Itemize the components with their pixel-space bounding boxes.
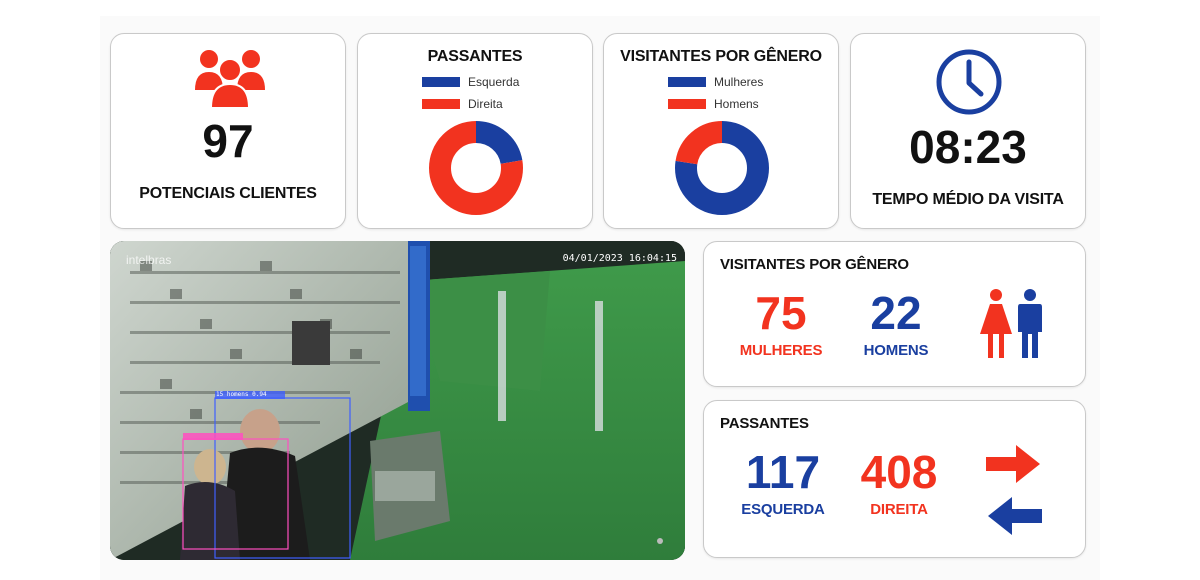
left-count: 117 — [745, 446, 821, 498]
people-group-icon — [195, 50, 265, 109]
clock-icon — [936, 49, 1002, 115]
passersby-stats-title: PASSANTES — [720, 415, 809, 432]
gender-chart-card: VISITANTES POR GÊNERO Mulheres Homens — [603, 33, 839, 229]
camera-scene — [110, 241, 685, 560]
potential-clients-card: 97 POTENCIAIS CLIENTES — [110, 33, 346, 229]
passersby-stats-card: PASSANTES 117 ESQUERDA 408 DIREITA — [703, 400, 1086, 558]
potential-clients-label: POTENCIAIS CLIENTES — [139, 185, 317, 202]
swap-arrows-icon — [986, 445, 1042, 535]
legend-item: Esquerda — [358, 75, 592, 89]
right-stat: 408 DIREITA — [844, 449, 954, 518]
left-label: ESQUERDA — [741, 501, 825, 518]
left-stat: 117 ESQUERDA — [728, 449, 838, 518]
right-count: 408 — [860, 446, 938, 498]
right-label: DIREITA — [870, 501, 928, 518]
men-count: 22 — [870, 287, 922, 339]
detection-label: 15 homens 0.94 — [216, 391, 267, 398]
legend-item: Mulheres — [604, 75, 838, 89]
legend-label: Esquerda — [468, 75, 520, 89]
passersby-chart-title: PASSANTES — [427, 48, 523, 65]
gender-stats-title: VISITANTES POR GÊNERO — [720, 256, 909, 273]
legend-item: Homens — [604, 97, 838, 111]
women-stat: 75 MULHERES — [726, 290, 836, 359]
men-label: HOMENS — [863, 342, 929, 359]
potential-clients-count: 97 — [202, 115, 254, 167]
camera-watermark: intelbras — [126, 253, 172, 267]
passersby-chart-card: PASSANTES Esquerda Direita — [357, 33, 593, 229]
gender-stats-card: VISITANTES POR GÊNERO 75 MULHERES 22 HOM… — [703, 241, 1086, 387]
legend-swatch — [422, 99, 460, 109]
legend-label: Homens — [714, 97, 759, 111]
legend-label: Mulheres — [714, 75, 764, 89]
legend-swatch — [668, 77, 706, 87]
camera-timestamp: 04/01/2023 16:04:15 — [562, 253, 677, 264]
legend-label: Direita — [468, 97, 503, 111]
camera-feed[interactable]: intelbras 04/01/2023 16:04:15 15 homens … — [110, 241, 685, 560]
gender-donut-chart — [675, 121, 769, 215]
passersby-donut-chart — [429, 121, 523, 215]
men-stat: 22 HOMENS — [841, 290, 951, 359]
women-label: MULHERES — [739, 342, 823, 359]
woman-man-icon — [980, 289, 1042, 358]
visit-time-value: 08:23 — [909, 121, 1027, 173]
gender-chart-title: VISITANTES POR GÊNERO — [620, 48, 822, 65]
visit-time-card: 08:23 TEMPO MÉDIO DA VISITA — [850, 33, 1086, 229]
legend-swatch — [422, 77, 460, 87]
legend-swatch — [668, 99, 706, 109]
visit-time-label: TEMPO MÉDIO DA VISITA — [872, 191, 1064, 208]
women-count: 75 — [755, 287, 807, 339]
legend-item: Direita — [358, 97, 592, 111]
